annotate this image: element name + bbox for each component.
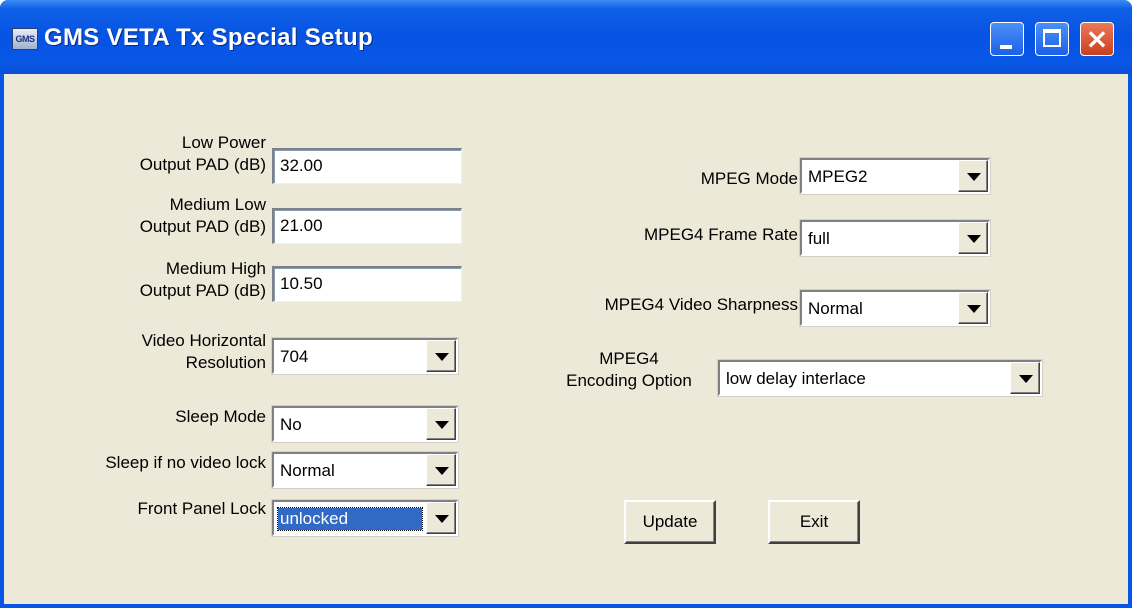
video-h-res-label: Video Horizontal Resolution	[141, 331, 266, 372]
mpeg-mode-value: MPEG2	[808, 167, 868, 186]
chevron-down-icon[interactable]	[426, 502, 456, 534]
exit-button[interactable]: Exit	[768, 500, 860, 544]
mpeg-mode-select[interactable]: MPEG2	[799, 157, 991, 195]
close-icon: ×	[1085, 22, 1109, 55]
medium-low-pad-field[interactable]: 21.00	[272, 208, 462, 244]
dialog-client-area: Low Power Output PAD (dB) 32.00 Medium L…	[4, 74, 1128, 604]
mpeg-mode-label: MPEG Mode	[700, 169, 798, 188]
chevron-down-icon[interactable]	[426, 454, 456, 486]
mpeg4-sharpness-value: Normal	[808, 299, 863, 318]
medium-low-label: Medium Low Output PAD (dB)	[139, 195, 266, 236]
chevron-down-icon[interactable]	[958, 160, 988, 192]
mpeg4-sharpness-label: MPEG4 Video Sharpness	[604, 295, 798, 314]
medium-high-pad-field[interactable]: 10.50	[272, 266, 462, 302]
update-button[interactable]: Update	[624, 500, 716, 544]
sleep-no-lock-select[interactable]: Normal	[271, 451, 459, 489]
front-panel-lock-value: unlocked	[277, 507, 423, 531]
low-power-label: Low Power Output PAD (dB)	[139, 133, 266, 174]
sleep-mode-select[interactable]: No	[271, 405, 459, 443]
mpeg4-encoding-label: MPEG4 Encoding Option	[566, 349, 692, 390]
mpeg4-frame-rate-label: MPEG4 Frame Rate	[644, 225, 798, 244]
chevron-down-icon[interactable]	[1010, 362, 1040, 394]
video-h-res-select[interactable]: 704	[271, 337, 459, 375]
sleep-mode-label: Sleep Mode	[175, 407, 266, 426]
mpeg4-frame-rate-select[interactable]: full	[799, 219, 991, 257]
maximize-icon	[1043, 29, 1061, 47]
title-bar[interactable]: GMS GMS VETA Tx Special Setup ×	[0, 0, 1132, 74]
front-panel-lock-label: Front Panel Lock	[137, 499, 266, 518]
medium-high-label: Medium High Output PAD (dB)	[139, 259, 266, 300]
chevron-down-icon[interactable]	[958, 292, 988, 324]
window-title: GMS VETA Tx Special Setup	[44, 24, 373, 51]
mpeg4-encoding-value: low delay interlace	[726, 369, 866, 388]
sleep-no-lock-value: Normal	[280, 461, 335, 480]
close-button[interactable]: ×	[1080, 22, 1114, 56]
mpeg4-frame-rate-value: full	[808, 229, 830, 248]
front-panel-lock-select[interactable]: unlocked	[271, 499, 459, 537]
video-h-res-value: 704	[280, 347, 309, 366]
chevron-down-icon[interactable]	[958, 222, 988, 254]
minimize-button[interactable]	[990, 22, 1024, 56]
sleep-no-lock-label: Sleep if no video lock	[105, 453, 266, 472]
setup-window: GMS GMS VETA Tx Special Setup × Low Powe…	[0, 0, 1132, 608]
chevron-down-icon[interactable]	[426, 340, 456, 372]
mpeg4-encoding-select[interactable]: low delay interlace	[717, 359, 1043, 397]
sleep-mode-value: No	[280, 415, 302, 434]
minimize-icon	[1000, 45, 1012, 49]
maximize-button[interactable]	[1035, 22, 1069, 56]
low-power-pad-field[interactable]: 32.00	[272, 148, 462, 184]
mpeg4-sharpness-select[interactable]: Normal	[799, 289, 991, 327]
chevron-down-icon[interactable]	[426, 408, 456, 440]
app-icon[interactable]: GMS	[12, 28, 38, 50]
